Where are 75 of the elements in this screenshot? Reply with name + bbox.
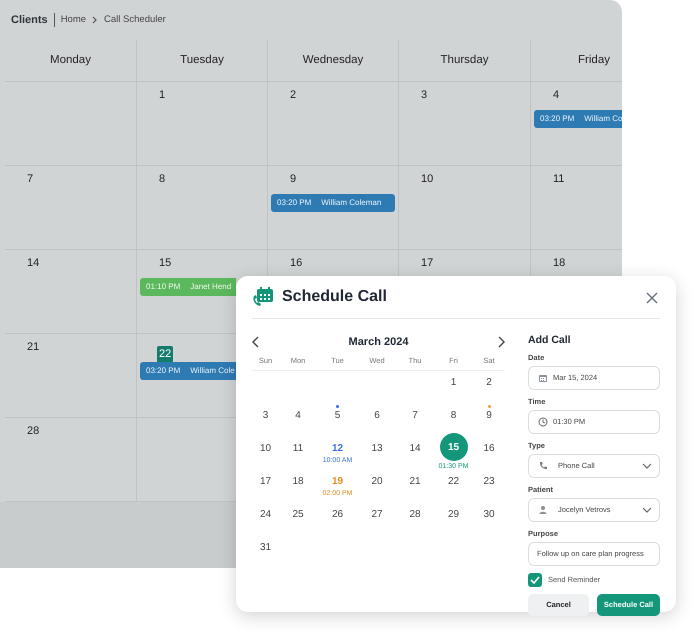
breadcrumb-link[interactable]: Call Scheduler xyxy=(104,12,166,28)
day-number[interactable]: 9 xyxy=(486,410,492,422)
day-number: 7 xyxy=(27,172,34,187)
day-number: 11 xyxy=(553,172,564,187)
day-number: 15 xyxy=(159,256,172,271)
event-chip[interactable]: 03:20 PM William Cole xyxy=(140,362,236,380)
day-number: 17 xyxy=(421,256,434,271)
day-number[interactable]: 15 xyxy=(440,433,468,461)
day-number[interactable]: 29 xyxy=(448,509,460,521)
previous-month-button[interactable] xyxy=(252,336,260,348)
day-number[interactable]: 1 xyxy=(450,377,456,389)
month-title: March 2024 xyxy=(348,334,408,350)
day-number[interactable]: 31 xyxy=(260,542,272,554)
event-chip[interactable]: 03:20 PM William Coleman xyxy=(271,194,395,212)
day-number: 10 xyxy=(421,172,434,187)
day-number[interactable]: 27 xyxy=(371,509,383,521)
day-number[interactable]: 16 xyxy=(483,443,495,455)
day-number: 28 xyxy=(27,424,40,439)
chevron-right-icon xyxy=(497,336,505,348)
day-number[interactable]: 22 xyxy=(448,476,460,488)
weekday-header: Monday xyxy=(50,53,91,68)
day-number[interactable]: 5 xyxy=(334,410,340,422)
day-number[interactable]: 8 xyxy=(450,410,456,422)
checkbox[interactable] xyxy=(528,573,542,587)
day-number[interactable]: 24 xyxy=(260,509,272,521)
day-number: 22 xyxy=(157,346,174,363)
page-title: Clients xyxy=(11,12,48,28)
day-number: 21 xyxy=(27,340,40,355)
day-number[interactable]: 7 xyxy=(412,410,418,422)
day-number[interactable]: 6 xyxy=(374,410,380,422)
clock-icon xyxy=(538,417,548,427)
chevron-right-icon xyxy=(92,16,98,24)
calendar-phone-icon xyxy=(252,287,274,307)
day-number[interactable]: 12 xyxy=(332,443,344,455)
day-number[interactable]: 2 xyxy=(486,377,492,389)
day-number: 9 xyxy=(290,172,296,187)
day-number[interactable]: 18 xyxy=(292,476,304,488)
dialog-title: Schedule Call xyxy=(282,287,387,307)
event-chip[interactable]: 03:20 PM William Co xyxy=(534,110,622,128)
day-number[interactable]: 23 xyxy=(483,476,495,488)
day-number[interactable]: 25 xyxy=(292,509,304,521)
day-number: 1 xyxy=(159,88,166,103)
person-icon xyxy=(538,505,548,515)
calendar-icon xyxy=(538,373,548,383)
day-number: 16 xyxy=(290,256,302,271)
day-number: 2 xyxy=(290,88,296,103)
day-number[interactable]: 13 xyxy=(371,443,383,455)
day-number[interactable]: 3 xyxy=(262,410,268,422)
day-number[interactable]: 14 xyxy=(409,443,421,455)
chevron-left-icon xyxy=(252,336,260,348)
day-number[interactable]: 21 xyxy=(409,476,421,488)
weekday-header: Wednesday xyxy=(302,53,364,68)
breadcrumb-link[interactable]: Home xyxy=(60,12,86,28)
day-number: 4 xyxy=(553,88,560,103)
chevron-down-icon xyxy=(642,507,652,513)
day-number: 3 xyxy=(421,88,428,103)
day-number[interactable]: 30 xyxy=(483,509,495,521)
close-icon[interactable] xyxy=(646,292,658,304)
day-number: 18 xyxy=(553,256,566,271)
weekday-header: Friday xyxy=(578,53,610,68)
day-number[interactable]: 11 xyxy=(292,443,304,455)
next-month-button[interactable] xyxy=(497,336,505,348)
day-number[interactable]: 26 xyxy=(332,509,344,521)
weekday-header: Thursday xyxy=(440,53,488,68)
day-number[interactable]: 20 xyxy=(371,476,383,488)
weekday-header: Tuesday xyxy=(180,53,224,68)
day-number[interactable]: 17 xyxy=(260,476,272,488)
phone-icon xyxy=(538,461,548,471)
form-title: Add Call xyxy=(528,333,572,348)
day-number: 8 xyxy=(159,172,166,187)
day-number[interactable]: 28 xyxy=(409,509,421,521)
chevron-down-icon xyxy=(642,463,652,469)
day-number: 14 xyxy=(27,256,40,271)
day-number[interactable]: 4 xyxy=(295,410,301,422)
day-number[interactable]: 10 xyxy=(260,443,272,455)
